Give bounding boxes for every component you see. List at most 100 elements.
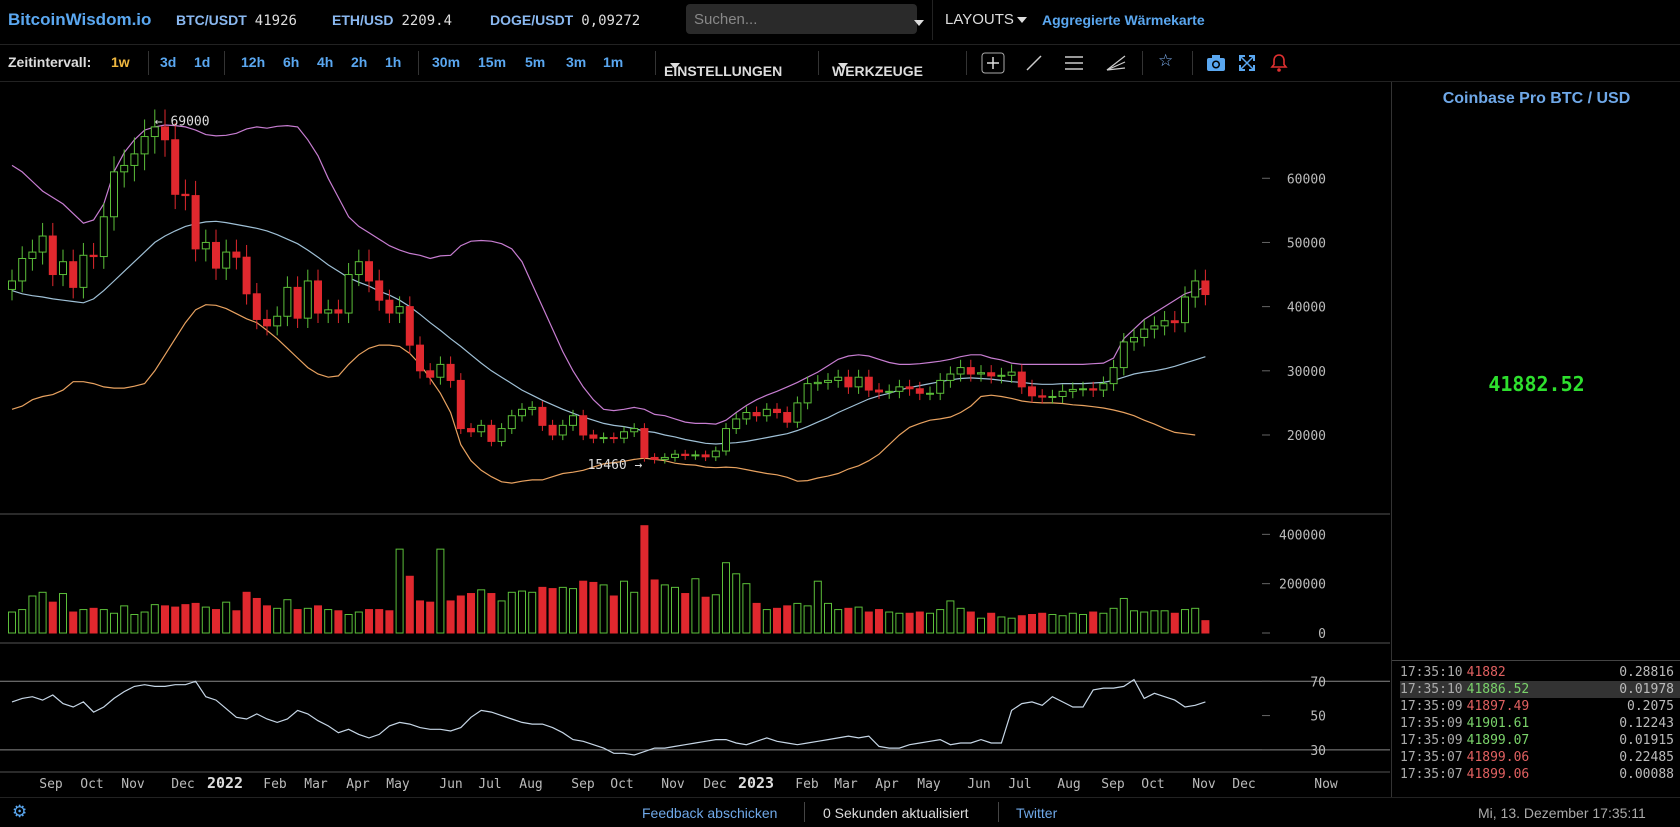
search-dropdown-toggle[interactable] [908, 14, 924, 30]
candle-body [558, 424, 567, 436]
volume-bar [477, 589, 486, 634]
trade-price: 41901.61 [1466, 716, 1530, 731]
footer-bar: ⚙ Feedback abschicken 0 Sekunden aktuali… [0, 797, 1680, 827]
candle-body [28, 251, 37, 259]
volume-bar [528, 591, 537, 634]
volume-bar [538, 586, 547, 634]
candle-body [446, 363, 455, 381]
interval-15m[interactable]: 15m [478, 54, 506, 70]
price-chart[interactable]: 60000 50000 40000 30000 20000 400000 200000 0 70… [0, 82, 1390, 797]
candle-body [191, 195, 200, 250]
interval-4h[interactable]: 4h [317, 54, 333, 70]
interval-1d[interactable]: 1d [194, 54, 210, 70]
volume-bar [997, 616, 1006, 634]
candle-body [762, 408, 771, 417]
interval-2h[interactable]: 2h [351, 54, 367, 70]
volume-bar [518, 590, 526, 634]
candle-body [926, 392, 934, 395]
candle-body [1079, 388, 1087, 391]
volume-bar [446, 600, 455, 634]
chevron-down-icon [838, 63, 848, 69]
time-axis-label: Jul [1008, 777, 1031, 792]
time-axis-label: Dec [1232, 777, 1255, 792]
indicator-line [0, 678, 1390, 756]
feedback-link[interactable]: Feedback abschicken [642, 805, 777, 821]
interval-1m[interactable]: 1m [603, 54, 623, 70]
candle-body [1119, 341, 1128, 369]
volume-bar [395, 548, 404, 634]
interval-12h[interactable]: 12h [241, 54, 265, 70]
candle-body [354, 261, 363, 276]
time-axis-label: Jun [439, 777, 462, 792]
star-icon[interactable]: ☆ [1158, 51, 1173, 71]
interval-6h[interactable]: 6h [283, 54, 299, 70]
fan-icon[interactable] [1105, 53, 1127, 73]
time-axis-label: Aug [519, 777, 542, 792]
candle-body [660, 456, 669, 460]
trade-time: 17:35:09 [1400, 716, 1463, 731]
horizontal-lines-icon[interactable] [1063, 53, 1085, 73]
volume-bar [69, 611, 78, 634]
volume-bar [405, 575, 414, 634]
interval-1w[interactable]: 1w [111, 54, 130, 70]
candle-body [110, 171, 118, 218]
interval-3m[interactable]: 3m [566, 54, 586, 70]
candle-body [1038, 395, 1047, 398]
volume-bar [589, 581, 598, 634]
volume-bar [946, 600, 955, 634]
candle-body [120, 164, 129, 173]
time-axis-label: May [386, 777, 410, 792]
camera-icon[interactable] [1206, 54, 1226, 72]
alert-bell-icon[interactable] [1270, 53, 1288, 73]
volume-bar [324, 609, 333, 634]
trade-sidebar: Coinbase Pro BTC / USD 41882.52 17:35:10… [1391, 82, 1680, 797]
volume-bar [416, 600, 424, 634]
volume-bar [650, 579, 659, 634]
interval-1h[interactable]: 1h [385, 54, 401, 70]
ticker-btc[interactable]: BTC/USDT 41926 [176, 12, 297, 29]
layouts-button[interactable]: LAYOUTS [932, 0, 1037, 40]
ticker-doge[interactable]: DOGE/USDT 0,09272 [490, 12, 640, 29]
ticker-eth[interactable]: ETH/USD 2209.4 [332, 12, 452, 29]
trade-row: 17:35:10 41882 0.28816 [1400, 664, 1680, 681]
candle-body [966, 367, 975, 375]
interval-3d[interactable]: 3d [160, 54, 176, 70]
candle-body [8, 280, 16, 290]
volume-bar [1058, 615, 1067, 634]
candle-body [212, 241, 220, 269]
interval-5m[interactable]: 5m [525, 54, 545, 70]
volume-bar [609, 595, 618, 634]
chart-toolbar: Zeitintervall: 1w 3d 1d 12h 6h 4h 2h 1h 30m 15m 5m… [0, 45, 1680, 82]
trendline-icon[interactable] [1024, 53, 1044, 73]
interval-30m[interactable]: 30m [432, 54, 460, 70]
search-input[interactable] [686, 4, 917, 34]
volume-bar [1048, 614, 1057, 634]
settings-gear-icon[interactable]: ⚙ [12, 802, 27, 822]
volume-bar [701, 596, 710, 634]
candle-body [701, 454, 710, 458]
volume-bar [181, 604, 190, 634]
candle-body [59, 261, 67, 276]
volume-bar [130, 614, 139, 634]
candle-body [1089, 388, 1098, 391]
crosshair-icon[interactable] [980, 51, 1006, 75]
candle-body [365, 261, 373, 282]
volume-bar [232, 610, 241, 634]
fullscreen-icon[interactable] [1238, 54, 1256, 72]
candle-body [99, 216, 108, 258]
candle-body [844, 376, 853, 388]
heatmap-link[interactable]: Aggregierte Wärmekarte [1042, 12, 1205, 28]
volume-bar [242, 591, 251, 634]
trade-time: 17:35:07 [1400, 750, 1463, 765]
candle-body [1140, 328, 1149, 338]
volume-bar [1038, 612, 1047, 634]
candle-body [834, 376, 843, 381]
volume-bar [660, 584, 669, 634]
volume-bar [640, 525, 649, 634]
candle-body [885, 390, 894, 393]
ticker-value: 41926 [254, 13, 297, 29]
twitter-link[interactable]: Twitter [1016, 805, 1057, 821]
volume-bar [1191, 607, 1200, 634]
interval-label: Zeitintervall: [8, 54, 92, 70]
site-logo[interactable]: BitcoinWisdom.io [8, 10, 151, 30]
